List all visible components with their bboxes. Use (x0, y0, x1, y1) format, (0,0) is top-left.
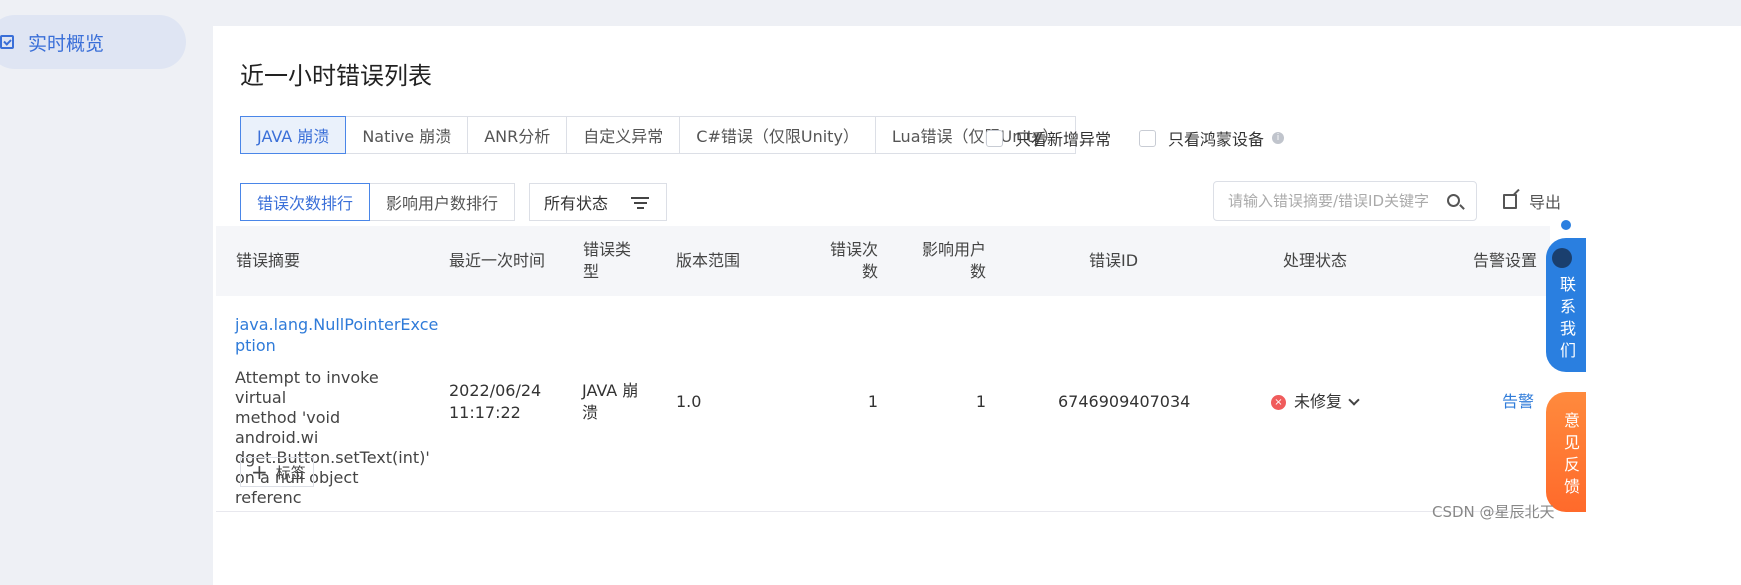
tab-anr[interactable]: ANR分析 (467, 116, 568, 154)
header-users-line1: 影响用户 (921, 240, 986, 259)
tab-csharp-error[interactable]: C#错误（仅限Unity） (679, 116, 876, 154)
page-title: 近一小时错误列表 (240, 62, 432, 90)
sort-by-users-button[interactable]: 影响用户数排行 (369, 183, 516, 221)
type-line1: JAVA 崩 (582, 381, 639, 400)
only-new-label: 只看新增异常 (1015, 130, 1112, 149)
last-time: 11:17:22 (449, 403, 521, 422)
contact-float-button[interactable]: 联系我们 (1546, 238, 1586, 372)
error-id-cell: 6746909407034 (1058, 392, 1191, 411)
watermark: CSDN @星辰北天 (1432, 503, 1555, 521)
feedback-float-label: 意见反馈 (1564, 411, 1581, 496)
error-title-link[interactable]: java.lang.NullPointerExce ption (235, 314, 439, 356)
info-icon[interactable]: i (1272, 132, 1285, 144)
type-line2: 溃 (582, 403, 599, 422)
desc-line2: method 'void android.wi (235, 408, 341, 447)
header-summary: 错误摘要 (236, 251, 301, 270)
last-time-cell: 2022/06/24 11:17:22 (449, 380, 541, 424)
header-users: 影响用户 数 (916, 239, 986, 283)
status-filter-label: 所有状态 (544, 194, 609, 213)
status-filter-dropdown[interactable]: 所有状态 (529, 183, 667, 221)
table-row: java.lang.NullPointerExce ption Attempt … (216, 296, 1550, 512)
add-tag-button[interactable]: + 标签 (240, 457, 314, 487)
only-harmony-label: 只看鸿蒙设备 (1168, 130, 1265, 149)
chevron-down-icon (1348, 394, 1360, 406)
header-count-line1: 错误次 (829, 240, 878, 259)
export-button[interactable]: 导出 (1503, 189, 1561, 213)
tab-java-crash[interactable]: JAVA 崩溃 (240, 116, 347, 154)
play-icon (1552, 248, 1572, 268)
tab-native-crash[interactable]: Native 崩溃 (345, 116, 469, 154)
search-icon[interactable] (1447, 194, 1460, 207)
export-icon (1503, 193, 1517, 209)
sidebar-item-label: 实时概览 (28, 32, 105, 55)
desc-line1: Attempt to invoke virtual (235, 368, 379, 407)
overview-icon (0, 35, 14, 49)
header-alarm: 告警设置 (1473, 251, 1538, 270)
status-label: 未修复 (1294, 392, 1343, 411)
export-label: 导出 (1529, 193, 1562, 212)
count-cell: 1 (867, 392, 878, 411)
only-new-checkbox[interactable]: 只看新增异常 (986, 126, 1111, 150)
only-harmony-checkbox[interactable]: 只看鸿蒙设备 i (1139, 126, 1285, 150)
error-type-cell: JAVA 崩 溃 (582, 380, 638, 424)
plus-icon: + (251, 460, 268, 484)
feedback-float-button[interactable]: 意见反馈 (1546, 392, 1586, 512)
crash-type-tabs: JAVA 崩溃 Native 崩溃 ANR分析 自定义异常 C#错误（仅限Uni… (240, 116, 1076, 154)
add-tag-label: 标签 (275, 463, 306, 482)
header-count-line2: 数 (861, 262, 878, 281)
filter-icon (630, 197, 650, 210)
header-type-line2: 型 (583, 262, 600, 281)
tab-custom-exception[interactable]: 自定义异常 (566, 116, 681, 154)
users-cell: 1 (975, 392, 986, 411)
table-header: 错误摘要 最近一次时间 错误类 型 版本范围 错误次 数 影响用户 数 错误ID… (216, 226, 1550, 296)
notification-dot (1561, 220, 1571, 230)
header-version: 版本范围 (676, 251, 741, 270)
error-description: Attempt to invoke virtual method 'void a… (235, 368, 430, 508)
header-count: 错误次 数 (826, 239, 878, 283)
header-users-line2: 数 (969, 262, 986, 281)
sort-toggle: 错误次数排行 影响用户数排行 (240, 183, 516, 221)
search-input[interactable] (1228, 192, 1438, 210)
last-date: 2022/06/24 (449, 381, 542, 400)
alarm-link[interactable]: 告警 (1502, 391, 1534, 413)
header-last-time: 最近一次时间 (449, 251, 546, 270)
header-type: 错误类 型 (583, 239, 631, 283)
sidebar-item-realtime-overview[interactable]: 实时概览 (0, 15, 186, 69)
header-error-id: 错误ID (1089, 251, 1139, 270)
contact-float-label: 联系我们 (1560, 275, 1577, 360)
sidebar: 实时概览 (0, 0, 200, 585)
header-status: 处理状态 (1283, 251, 1348, 270)
checkbox-box[interactable] (986, 129, 1003, 147)
checkbox-box[interactable] (1139, 129, 1156, 147)
error-title-line2: ption (235, 336, 276, 355)
header-type-line1: 错误类 (583, 240, 632, 259)
error-title-line1: java.lang.NullPointerExce (235, 315, 439, 334)
status-dropdown[interactable]: × 未修复 (1271, 391, 1360, 413)
version-cell: 1.0 (676, 392, 702, 411)
search-box[interactable] (1213, 181, 1477, 221)
error-status-icon: × (1271, 394, 1286, 410)
sort-by-count-button[interactable]: 错误次数排行 (240, 183, 371, 221)
